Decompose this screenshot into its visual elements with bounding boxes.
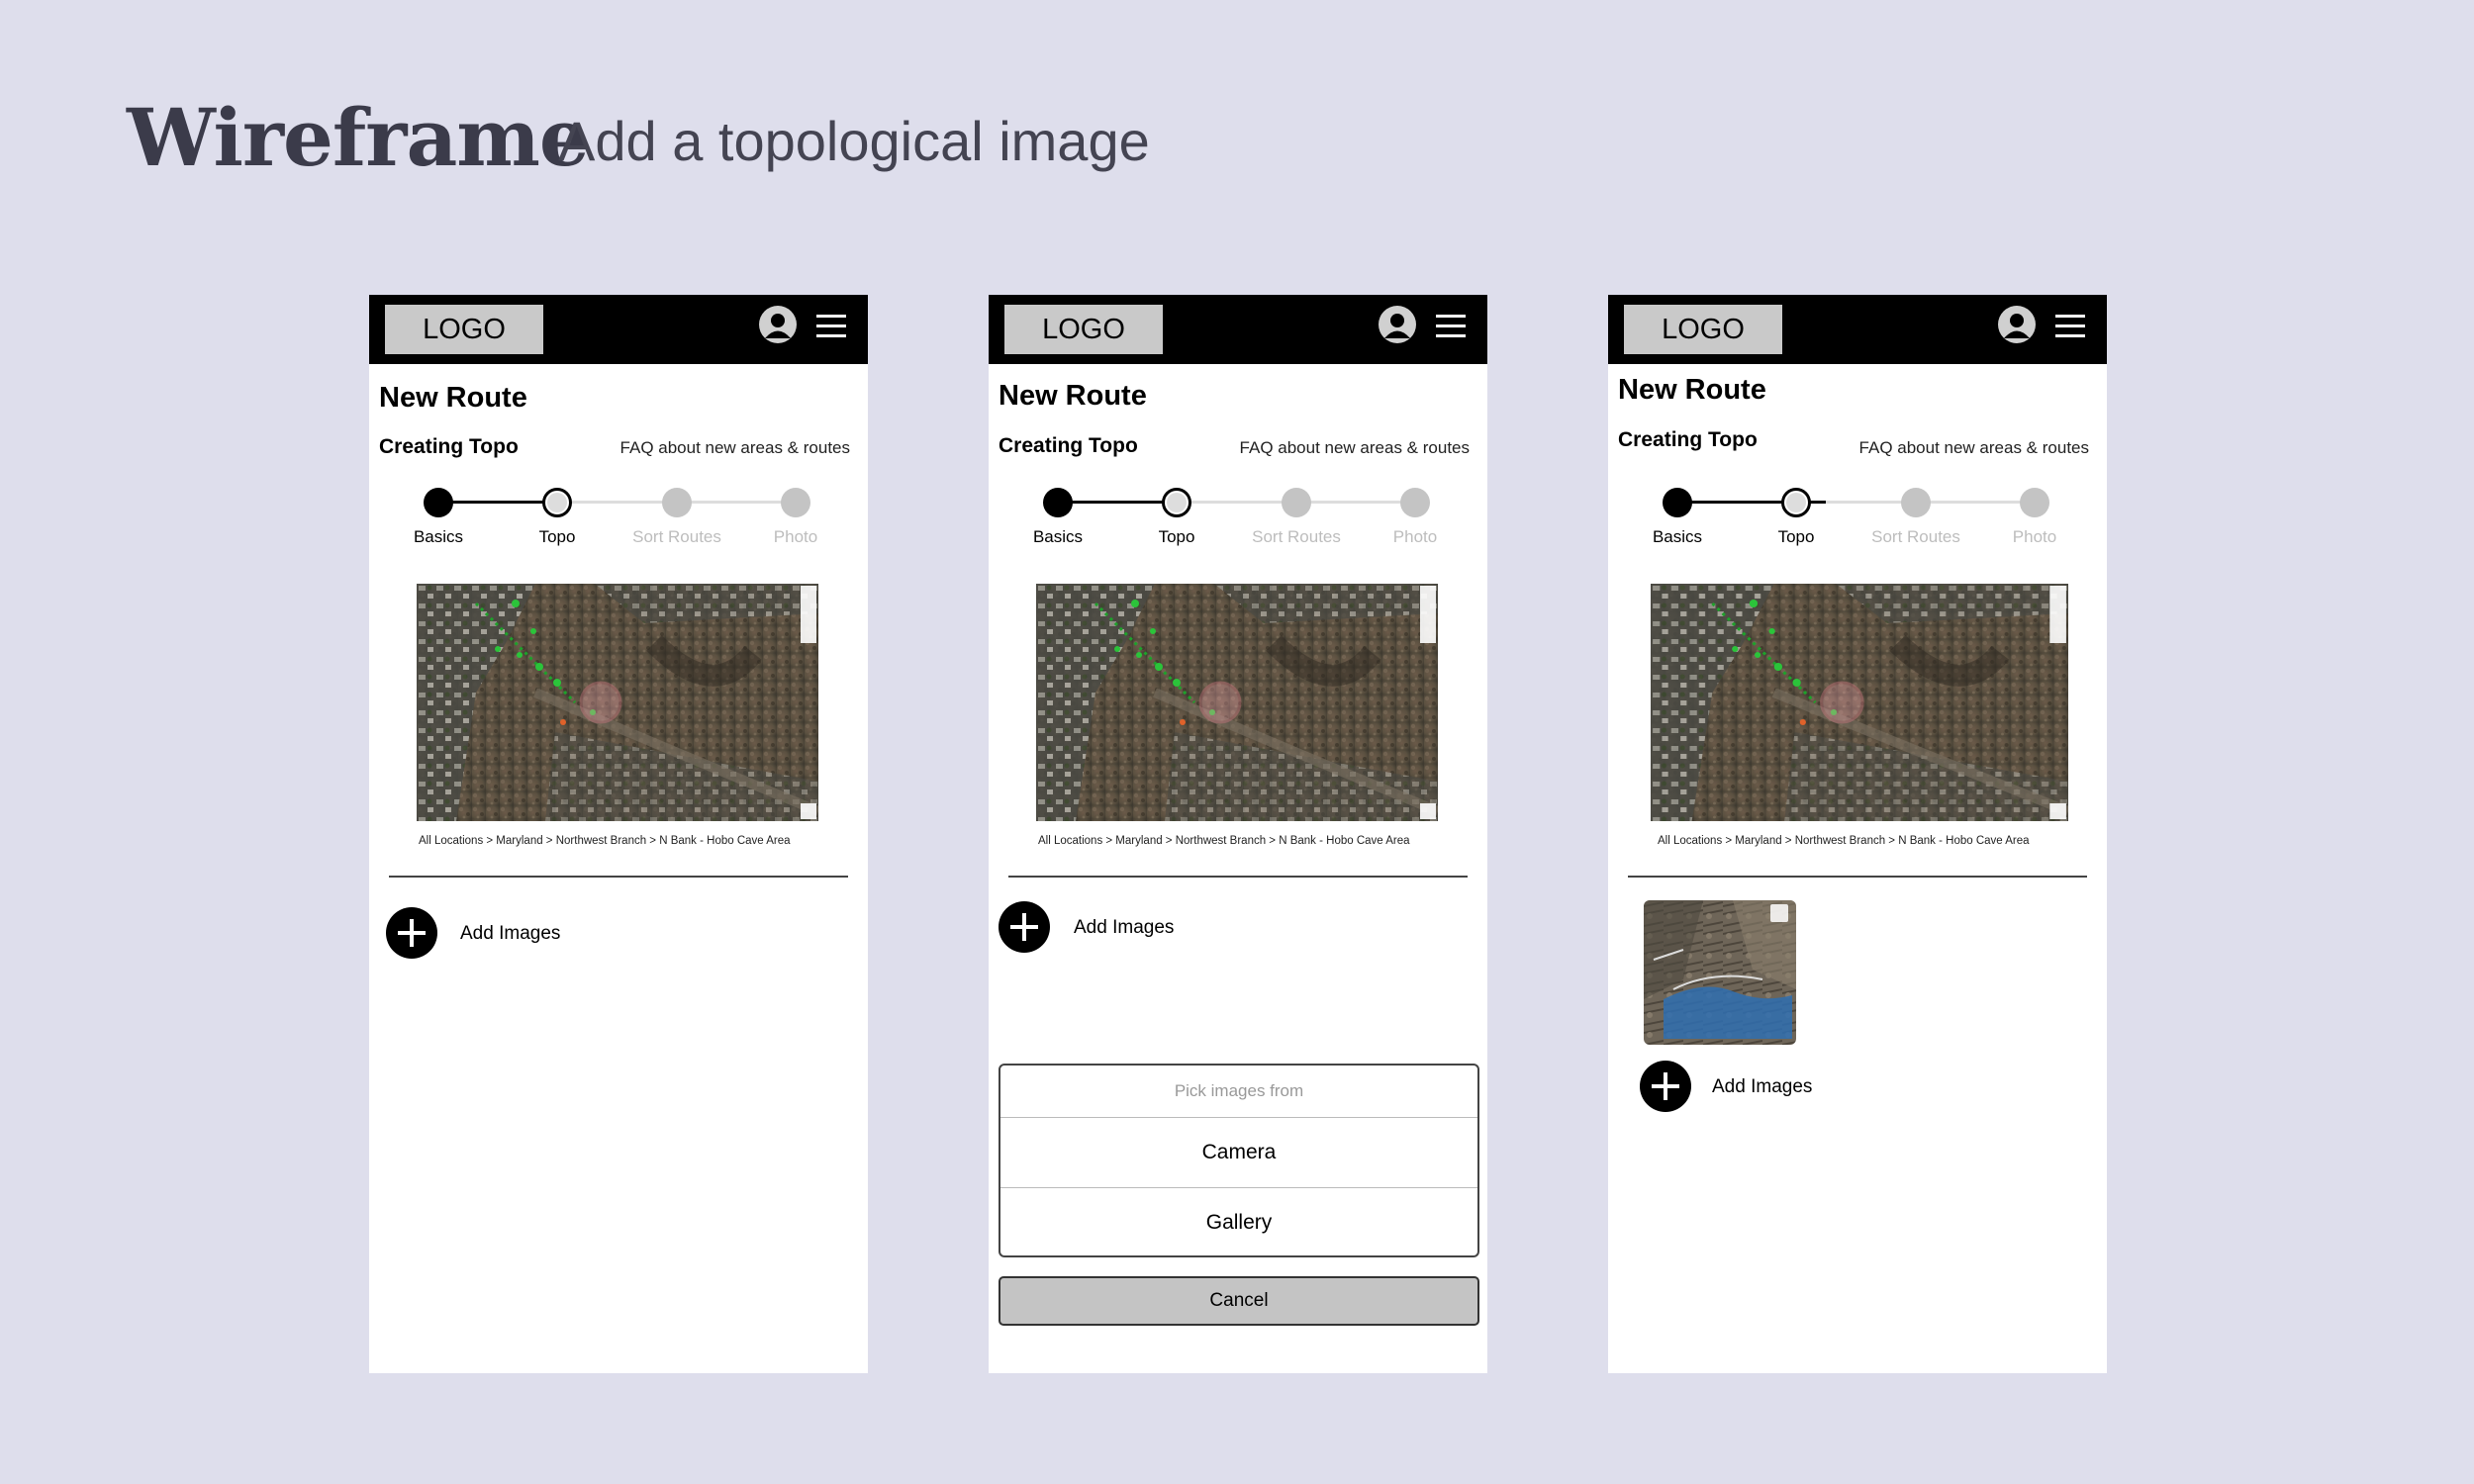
progress-stepper: Basics Topo Sort Routes Photo xyxy=(369,478,868,557)
divider xyxy=(1008,876,1468,878)
picker-header: Pick images from xyxy=(1000,1066,1477,1118)
divider xyxy=(1628,876,2087,878)
satellite-map[interactable] xyxy=(1651,584,2068,821)
faq-link[interactable]: FAQ about new areas & routes xyxy=(620,438,850,458)
step-dot-topo[interactable] xyxy=(1162,488,1191,517)
step-label-photo: Photo xyxy=(773,527,818,546)
gallery-option[interactable]: Gallery xyxy=(1000,1187,1477,1257)
app-bar: LOGO xyxy=(1608,295,2107,364)
step-label-basics: Basics xyxy=(1032,527,1084,546)
page-subtitle: Add a topological image xyxy=(558,110,1150,172)
step-dot-sort-routes[interactable] xyxy=(1282,488,1311,517)
step-dot-basics[interactable] xyxy=(1043,488,1073,517)
satellite-map[interactable] xyxy=(1036,584,1438,821)
layers-icon xyxy=(2049,803,2066,819)
map-zoom-controls-icon xyxy=(2049,586,2066,643)
app-bar: LOGO xyxy=(369,295,868,364)
layers-icon xyxy=(1420,803,1436,819)
app-bar: LOGO xyxy=(989,295,1487,364)
plus-circle-icon[interactable] xyxy=(386,907,437,959)
screen-title: New Route xyxy=(379,382,527,414)
user-avatar-icon[interactable] xyxy=(759,306,797,343)
step-label-basics: Basics xyxy=(413,527,464,546)
step-label-topo: Topo xyxy=(1777,527,1815,546)
step-dot-photo[interactable] xyxy=(1400,488,1430,517)
step-dot-basics[interactable] xyxy=(1663,488,1692,517)
image-source-picker: Pick images from Camera Gallery xyxy=(999,1064,1479,1257)
step-dot-photo[interactable] xyxy=(781,488,810,517)
step-dot-sort-routes[interactable] xyxy=(662,488,692,517)
step-dot-topo[interactable] xyxy=(542,488,572,517)
breadcrumb[interactable]: All Locations > Maryland > Northwest Bra… xyxy=(1658,835,2030,847)
cancel-button[interactable]: Cancel xyxy=(999,1276,1479,1326)
logo[interactable]: LOGO xyxy=(385,305,543,354)
step-label-sort-routes: Sort Routes xyxy=(632,527,721,546)
plus-circle-icon[interactable] xyxy=(999,901,1050,953)
user-avatar-icon[interactable] xyxy=(1998,306,2036,343)
hamburger-menu-icon[interactable] xyxy=(816,315,846,337)
step-label-topo: Topo xyxy=(1158,527,1195,546)
logo[interactable]: LOGO xyxy=(1004,305,1163,354)
hamburger-menu-icon[interactable] xyxy=(2055,315,2085,337)
satellite-map[interactable] xyxy=(417,584,818,821)
user-avatar-icon[interactable] xyxy=(1379,306,1416,343)
phone-screen-2: LOGO New Route Creating Topo FAQ about n… xyxy=(989,295,1487,1373)
step-label-photo: Photo xyxy=(2012,527,2057,546)
breadcrumb[interactable]: All Locations > Maryland > Northwest Bra… xyxy=(1038,835,1410,847)
screen-title: New Route xyxy=(999,380,1147,412)
progress-stepper: Basics Topo Sort Routes Photo xyxy=(989,478,1487,557)
trash-icon xyxy=(1770,904,1788,922)
layers-icon xyxy=(801,803,816,819)
step-label-photo: Photo xyxy=(1392,527,1438,546)
camera-option[interactable]: Camera xyxy=(1000,1118,1477,1187)
map-zoom-controls-icon xyxy=(1420,586,1436,643)
hamburger-menu-icon[interactable] xyxy=(1436,315,1466,337)
screen-title: New Route xyxy=(1618,374,1766,406)
breadcrumb[interactable]: All Locations > Maryland > Northwest Bra… xyxy=(419,835,791,847)
plus-circle-icon[interactable] xyxy=(1640,1061,1691,1112)
faq-link[interactable]: FAQ about new areas & routes xyxy=(1859,438,2089,458)
faq-link[interactable]: FAQ about new areas & routes xyxy=(1240,438,1470,458)
phone-screen-1: LOGO New Route Creating Topo FAQ about n… xyxy=(369,295,868,1373)
step-dot-sort-routes[interactable] xyxy=(1901,488,1931,517)
add-images-label[interactable]: Add Images xyxy=(1074,917,1174,939)
progress-stepper: Basics Topo Sort Routes Photo xyxy=(1608,478,2107,557)
logo[interactable]: LOGO xyxy=(1624,305,1782,354)
divider xyxy=(389,876,848,878)
map-zoom-controls-icon xyxy=(801,586,816,643)
add-images-label[interactable]: Add Images xyxy=(460,923,560,945)
section-title: Creating Topo xyxy=(379,435,519,458)
step-dot-topo[interactable] xyxy=(1781,488,1811,517)
section-title: Creating Topo xyxy=(1618,428,1758,451)
page-title: Wireframe xyxy=(127,91,590,184)
step-label-basics: Basics xyxy=(1652,527,1703,546)
phone-screen-3: LOGO New Route Creating Topo FAQ about n… xyxy=(1608,295,2107,1373)
topo-image-thumbnail[interactable] xyxy=(1644,900,1796,1045)
step-label-topo: Topo xyxy=(538,527,576,546)
step-dot-photo[interactable] xyxy=(2020,488,2049,517)
step-dot-basics[interactable] xyxy=(424,488,453,517)
step-label-sort-routes: Sort Routes xyxy=(1252,527,1341,546)
add-images-label[interactable]: Add Images xyxy=(1712,1076,1812,1098)
step-label-sort-routes: Sort Routes xyxy=(1871,527,1960,546)
section-title: Creating Topo xyxy=(999,434,1138,457)
